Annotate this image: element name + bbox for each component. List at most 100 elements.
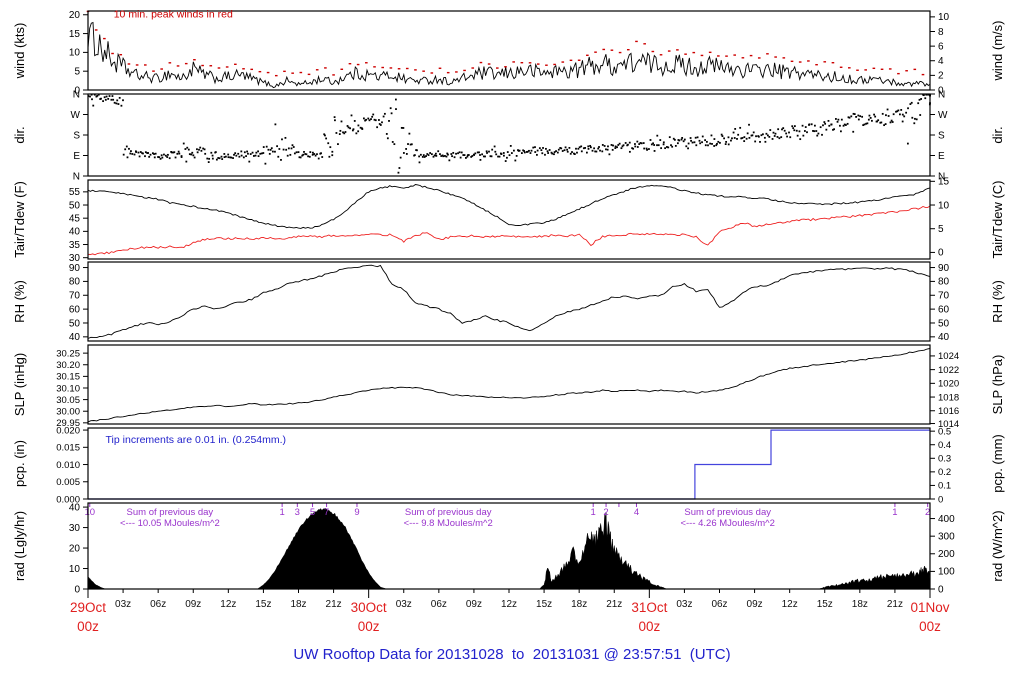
slp-right-ticks: 101410161018102010221024 — [930, 351, 959, 430]
x-minor-label: 03z — [676, 599, 692, 610]
dir-right-axis-label: dir. — [990, 126, 1005, 143]
svg-text:80: 80 — [938, 277, 950, 288]
dir-right-ticks: NESWN — [930, 89, 948, 182]
pcp-panel: 0.0000.0050.0100.0150.02000.10.20.30.40.… — [12, 425, 1005, 505]
svg-text:<--- 9.8 MJoules/m^2: <--- 9.8 MJoules/m^2 — [404, 518, 493, 529]
svg-text:Sum of previous day: Sum of previous day — [405, 507, 492, 518]
uw-rooftop-weather-figure: 051015200246810wind (kts)wind (m/s)10 mi… — [0, 0, 1024, 700]
rad-mj-marker-label: 7 — [324, 507, 329, 518]
svg-text:2: 2 — [938, 71, 944, 82]
svg-text:E: E — [938, 151, 945, 162]
svg-text:0.1: 0.1 — [938, 481, 951, 492]
wind-series-avg — [88, 23, 930, 88]
slp-series-slp — [88, 349, 930, 422]
svg-text:1016: 1016 — [938, 406, 959, 417]
x-minor-label: 15z — [536, 599, 552, 610]
wind-left-ticks: 05101520 — [69, 10, 88, 96]
dir-left-ticks: NESWN — [71, 89, 88, 182]
rh-series-rh — [88, 265, 930, 338]
rh-plot-area — [88, 262, 930, 341]
svg-text:0: 0 — [938, 494, 943, 505]
svg-text:30.05: 30.05 — [56, 395, 80, 406]
slp-left-ticks: 29.9530.0030.0530.1030.1530.2030.25 — [56, 348, 88, 429]
svg-text:0.020: 0.020 — [56, 425, 80, 436]
svg-text:300: 300 — [938, 531, 955, 542]
rad-mj-marker-label: 9 — [354, 507, 359, 518]
wind-plot-area — [88, 11, 930, 90]
svg-text:20: 20 — [69, 543, 81, 554]
x-major-hour-label: 00z — [638, 619, 660, 634]
svg-text:70: 70 — [69, 291, 81, 302]
x-minor-label: 21z — [606, 599, 622, 610]
svg-text:60: 60 — [938, 304, 950, 315]
svg-text:50: 50 — [69, 200, 81, 211]
svg-text:70: 70 — [938, 291, 950, 302]
svg-text:0.5: 0.5 — [938, 426, 951, 437]
svg-text:40: 40 — [69, 227, 81, 238]
svg-text:5: 5 — [74, 66, 80, 77]
x-minor-label: 18z — [571, 599, 587, 610]
svg-text:8: 8 — [938, 27, 944, 38]
svg-text:60: 60 — [69, 304, 81, 315]
svg-text:0: 0 — [938, 584, 944, 595]
x-minor-label: 18z — [290, 599, 306, 610]
svg-text:30: 30 — [69, 523, 81, 534]
wind-right-ticks: 0246810 — [930, 12, 950, 96]
rad-mj-marker-label: 4 — [634, 507, 639, 518]
pcp-left-axis-label: pcp. (in) — [12, 440, 27, 487]
rad-mj-marker-label: 1 — [591, 507, 596, 518]
svg-text:W: W — [71, 110, 81, 121]
tair-series-tair — [88, 185, 930, 229]
wind-right-axis-label: wind (m/s) — [990, 21, 1005, 82]
rh-right-axis-label: RH (%) — [990, 280, 1005, 323]
slp-left-axis-label: SLP (inHg) — [12, 353, 27, 416]
svg-text:55: 55 — [69, 187, 81, 198]
slp-right-axis-label: SLP (hPa) — [990, 355, 1005, 415]
rad-right-axis-label: rad (W/m^2) — [990, 510, 1005, 581]
svg-text:1018: 1018 — [938, 392, 959, 403]
rad-plot-area — [88, 503, 930, 589]
rad-area-segment-3 — [819, 566, 930, 589]
x-major-hour-label: 00z — [77, 619, 99, 634]
svg-text:0: 0 — [74, 584, 80, 595]
svg-text:6: 6 — [938, 41, 944, 52]
svg-text:15: 15 — [938, 177, 950, 188]
tair-panel: 303540455055051015Tair/Tdew (F)Tair/Tdew… — [12, 177, 1005, 264]
x-minor-label: 06z — [711, 599, 727, 610]
svg-text:10: 10 — [69, 564, 81, 575]
x-minor-label: 21z — [326, 599, 342, 610]
x-minor-label: 06z — [150, 599, 166, 610]
svg-text:45: 45 — [69, 213, 81, 224]
svg-text:0: 0 — [938, 248, 944, 259]
wind-panel: 051015200246810wind (kts)wind (m/s)10 mi… — [12, 8, 1005, 96]
svg-text:N: N — [73, 171, 80, 182]
rad-mj-marker-label: 3 — [295, 507, 300, 518]
x-minor-label: 09z — [185, 599, 201, 610]
x-minor-label: 12z — [220, 599, 236, 610]
x-minor-label: 09z — [466, 599, 482, 610]
svg-text:30.25: 30.25 — [56, 348, 80, 359]
svg-text:1022: 1022 — [938, 365, 959, 376]
rad-mj-marker-label: 2 — [603, 507, 608, 518]
svg-text:35: 35 — [69, 240, 81, 251]
rad-mj-marker-label: 5 — [310, 507, 315, 518]
dir-scatter — [88, 94, 931, 174]
svg-text:30.00: 30.00 — [56, 407, 80, 418]
rad-left-axis-label: rad (Lgly/hr) — [12, 511, 27, 581]
pcp-annotation-0: Tip increments are 0.01 in. (0.254mm.) — [106, 434, 287, 446]
svg-text:10: 10 — [938, 12, 950, 23]
svg-text:50: 50 — [938, 318, 950, 329]
svg-text:<--- 10.05 MJoules/m^2: <--- 10.05 MJoules/m^2 — [120, 518, 220, 529]
rad-sum-annotation-1: Sum of previous day<--- 9.8 MJoules/m^2 — [404, 507, 493, 529]
svg-text:E: E — [73, 151, 80, 162]
svg-text:80: 80 — [69, 277, 81, 288]
svg-text:Sum of previous day: Sum of previous day — [127, 507, 214, 518]
dir-panel: NESWNNESWNdir.dir. — [12, 89, 1005, 182]
x-minor-label: 12z — [501, 599, 517, 610]
rh-right-ticks: 405060708090 — [930, 263, 950, 343]
svg-text:40: 40 — [69, 332, 81, 343]
svg-text:30.20: 30.20 — [56, 360, 80, 371]
tair-right-ticks: 051015 — [930, 177, 950, 259]
pcp-left-ticks: 0.0000.0050.0100.0150.020 — [56, 425, 88, 505]
dir-left-axis-label: dir. — [12, 126, 27, 143]
